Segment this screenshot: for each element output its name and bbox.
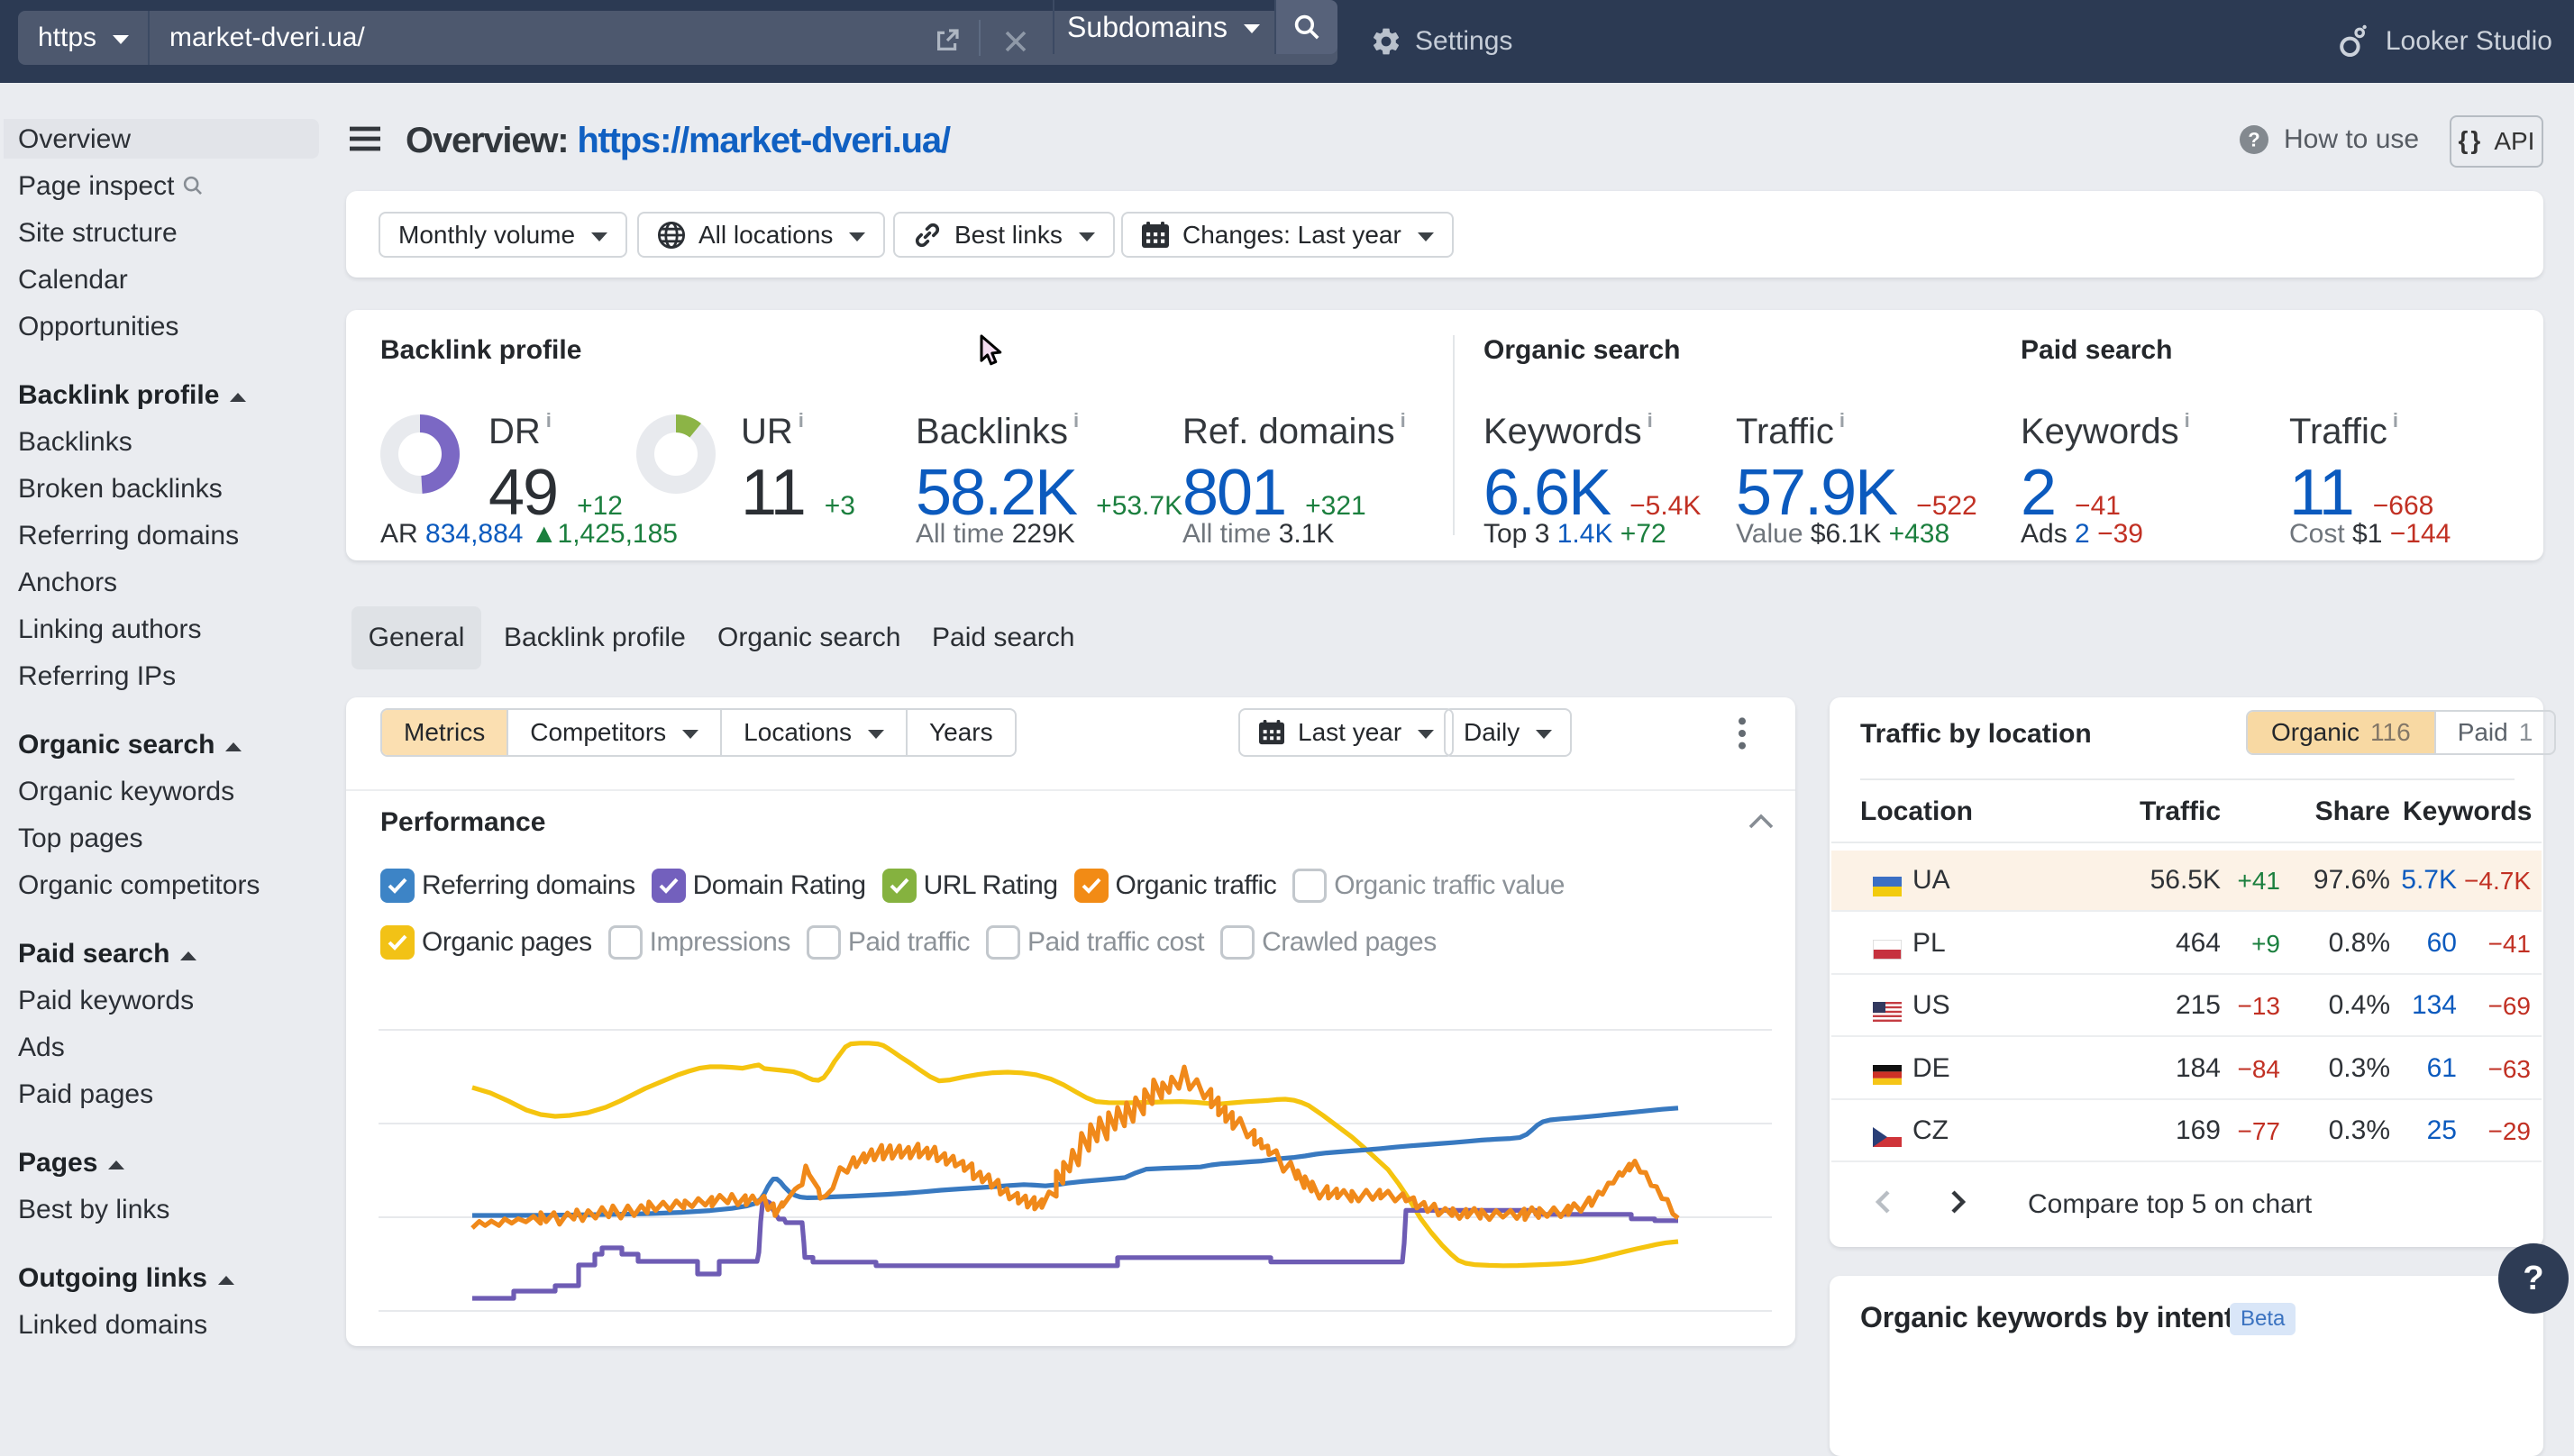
svg-text:?: ?: [2248, 128, 2259, 150]
